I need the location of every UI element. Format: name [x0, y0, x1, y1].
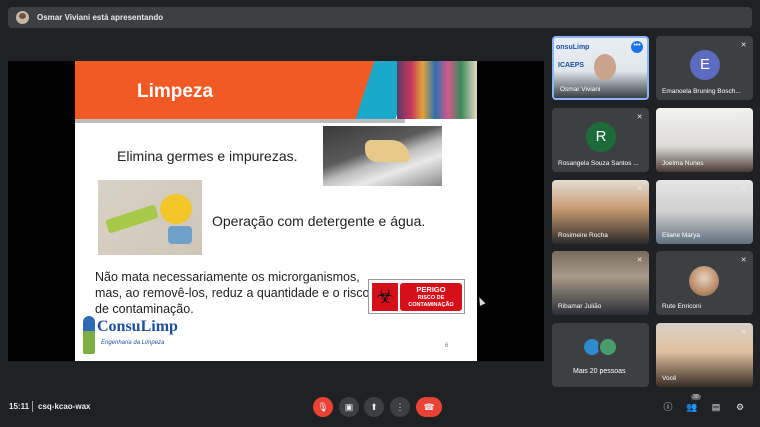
meeting-code: csq-kcao-wax — [38, 402, 91, 411]
slide-bullet-2: Operação com detergente e água. — [212, 213, 426, 229]
presenter-banner: Osmar Viviani está apresentando — [8, 7, 752, 28]
participant-name: Rosangela Souza Santos ... — [558, 160, 639, 167]
divider — [32, 401, 33, 412]
participant-name: Emanoela Bruning Bosch... — [662, 88, 741, 95]
slide-bullet-1: Elimina germes e impurezas. — [117, 148, 298, 164]
mouse-cursor-icon — [476, 296, 486, 306]
logo-figure-icon — [83, 316, 95, 354]
more-participants-tile[interactable]: Mais 20 pessoas — [552, 323, 649, 387]
slide-divider — [75, 119, 405, 123]
logo-brand: ConsuLimp — [97, 318, 178, 335]
biohazard-warning-sign: ☣ PERIGO RISCO DE CONTAMINAÇÃO — [368, 279, 465, 314]
mic-off-icon: ✕ — [740, 114, 747, 121]
presenter-face — [594, 54, 616, 80]
consulimp-logo: ConsuLimp Engenharia da Limpeza — [83, 316, 203, 356]
mic-off-icon: ✕ — [740, 186, 747, 193]
sign-title: PERIGO — [416, 285, 446, 294]
participant-avatar — [598, 337, 618, 357]
mic-off-icon: ✕ — [636, 257, 643, 264]
slide-page-number: 6 — [445, 343, 449, 349]
mic-off-icon: ✕ — [636, 114, 643, 121]
participant-initial: E — [690, 50, 720, 80]
present-icon[interactable]: ⬆ — [364, 397, 384, 417]
slide-photo-clothes — [397, 61, 477, 119]
presenter-text: Osmar Viviani está apresentando — [37, 13, 164, 22]
participant-name: Joelma Nunes — [662, 160, 704, 167]
more-options-icon[interactable]: ••• — [631, 41, 643, 53]
participant-tile[interactable]: ✕ Ribamar Julião — [552, 251, 649, 315]
video-logo-consulimp: onsuLimp — [556, 44, 590, 51]
participant-initial: R — [586, 122, 616, 152]
video-logo-icaeps: ICAEPS — [558, 62, 585, 69]
more-participants-label: Mais 20 pessoas — [573, 368, 626, 375]
hang-up-icon[interactable]: ☎ — [416, 397, 442, 417]
biohazard-icon: ☣ — [372, 283, 398, 311]
activities-icon[interactable]: ⚙ — [733, 400, 747, 414]
participant-tile[interactable]: ✕ Eliane Marya — [656, 180, 753, 244]
camera-icon[interactable]: ▣ — [339, 397, 359, 417]
participant-name: Você — [662, 375, 677, 382]
participant-tile[interactable]: E ✕ Emanoela Bruning Bosch... — [656, 36, 753, 100]
logo-tagline: Engenharia da Limpeza — [101, 340, 165, 346]
people-icon[interactable]: 👥 — [685, 400, 699, 414]
slide-title-band — [75, 61, 375, 119]
participant-count-badge: 30 — [691, 394, 701, 400]
participant-tile[interactable]: ✕ Joelma Nunes — [656, 108, 753, 172]
self-view-tile[interactable]: ✕ Você — [656, 323, 753, 387]
info-icon[interactable]: ⓘ — [661, 400, 675, 414]
slide-bullet-3: Não mata necessariamente os microrganism… — [95, 270, 370, 316]
participant-avatar — [689, 266, 719, 296]
participant-name: Eliane Marya — [662, 232, 700, 239]
mic-off-icon: ✕ — [740, 257, 747, 264]
participant-tile[interactable]: ✕ Rosimeire Rocha — [552, 180, 649, 244]
mic-off-icon[interactable]: 🎙 — [313, 397, 333, 417]
participant-name: Ribamar Julião — [558, 303, 602, 310]
participant-name: Rosimeire Rocha — [558, 232, 608, 239]
participant-tile[interactable]: R ✕ Rosangela Souza Santos ... — [552, 108, 649, 172]
mic-off-icon: ✕ — [740, 329, 747, 336]
participant-tile[interactable]: ✕ Rute Enriconi — [656, 251, 753, 315]
mic-off-icon: ✕ — [740, 42, 747, 49]
sign-subtitle: RISCO DE CONTAMINAÇÃO — [408, 295, 454, 308]
slide-photo-cleaning-supplies — [98, 180, 202, 255]
presentation-slide: Limpeza Elimina germes e impurezas. Oper… — [75, 61, 477, 361]
presenter-avatar — [16, 11, 29, 24]
presentation-stage[interactable]: Limpeza Elimina germes e impurezas. Oper… — [8, 61, 544, 361]
more-options-icon[interactable]: ⋮ — [390, 397, 410, 417]
participant-name: Rute Enriconi — [662, 303, 702, 310]
meeting-time: 15:11 — [9, 402, 30, 411]
mic-off-icon: ✕ — [636, 186, 643, 193]
participant-name: Osmar Viviani — [560, 86, 601, 93]
slide-title: Limpeza — [137, 81, 214, 102]
participant-tile[interactable]: onsuLimp ICAEPS ••• Osmar Viviani — [552, 36, 649, 100]
chat-icon[interactable]: ▤ — [709, 400, 723, 414]
slide-photo-toilet-cleaning — [323, 126, 442, 186]
